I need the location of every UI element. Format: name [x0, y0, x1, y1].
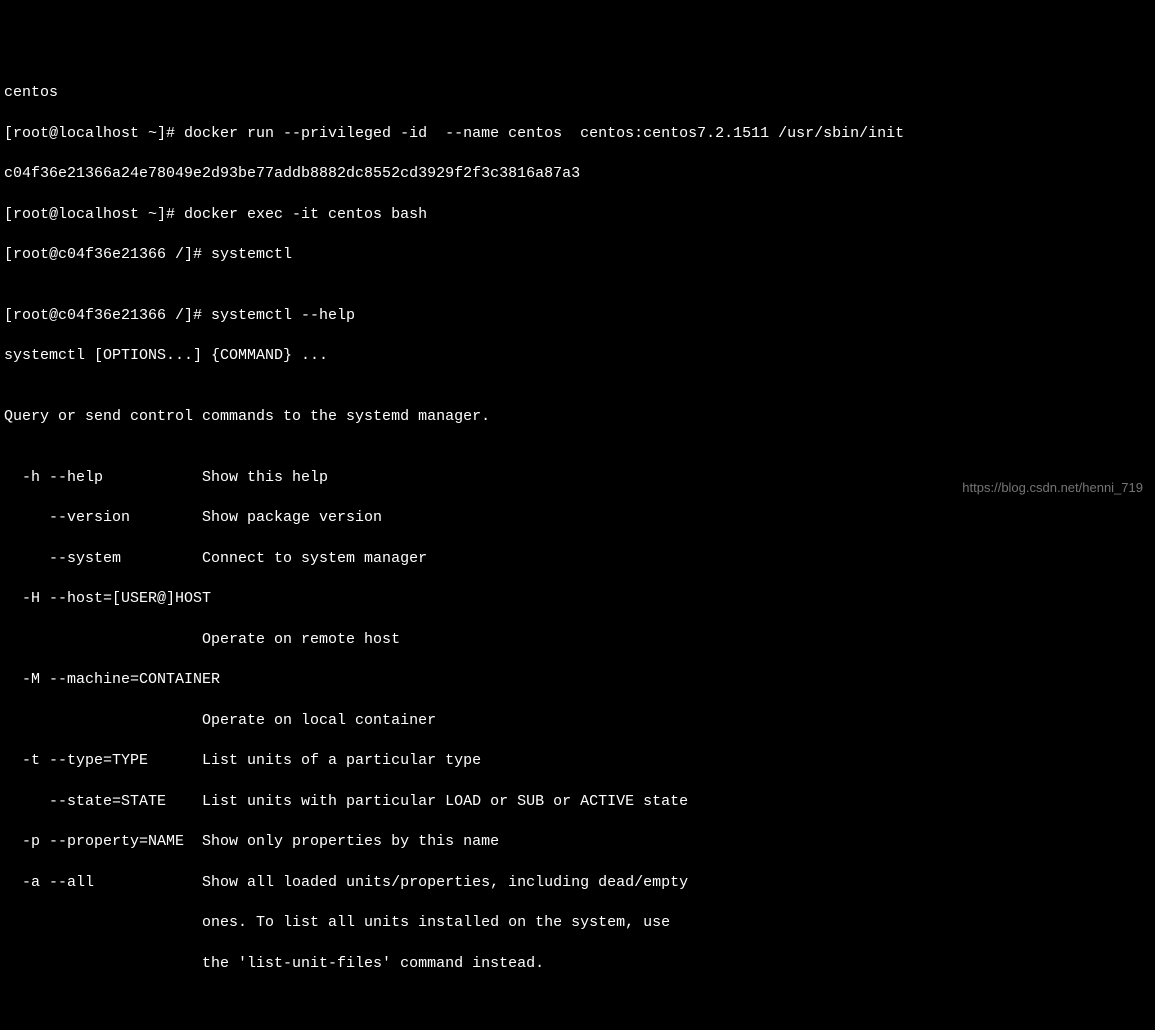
terminal-line: systemctl [OPTIONS...] {COMMAND} ...	[4, 346, 1151, 366]
terminal-line: Query or send control commands to the sy…	[4, 407, 1151, 427]
terminal-line: --system Connect to system manager	[4, 549, 1151, 569]
terminal-line: [root@c04f36e21366 /]# systemctl	[4, 245, 1151, 265]
terminal-line: centos	[4, 83, 1151, 103]
terminal-line: -M --machine=CONTAINER	[4, 670, 1151, 690]
terminal-line: Operate on remote host	[4, 630, 1151, 650]
terminal-line: [root@localhost ~]# docker exec -it cent…	[4, 205, 1151, 225]
terminal-line: c04f36e21366a24e78049e2d93be77addb8882dc…	[4, 164, 1151, 184]
terminal-line: ones. To list all units installed on the…	[4, 913, 1151, 933]
terminal-line: --state=STATE List units with particular…	[4, 792, 1151, 812]
terminal-line: [root@localhost ~]# docker run --privile…	[4, 124, 1151, 144]
terminal-line: -H --host=[USER@]HOST	[4, 589, 1151, 609]
terminal-line: [root@c04f36e21366 /]# systemctl --help	[4, 306, 1151, 326]
terminal-line: --version Show package version	[4, 508, 1151, 528]
terminal-line: -a --all Show all loaded units/propertie…	[4, 873, 1151, 893]
terminal-line: the 'list-unit-files' command instead.	[4, 954, 1151, 974]
terminal-output[interactable]: centos [root@localhost ~]# docker run --…	[4, 83, 1151, 974]
terminal-line: -p --property=NAME Show only properties …	[4, 832, 1151, 852]
terminal-line: Operate on local container	[4, 711, 1151, 731]
terminal-line: -t --type=TYPE List units of a particula…	[4, 751, 1151, 771]
watermark-text: https://blog.csdn.net/henni_719	[962, 479, 1143, 497]
